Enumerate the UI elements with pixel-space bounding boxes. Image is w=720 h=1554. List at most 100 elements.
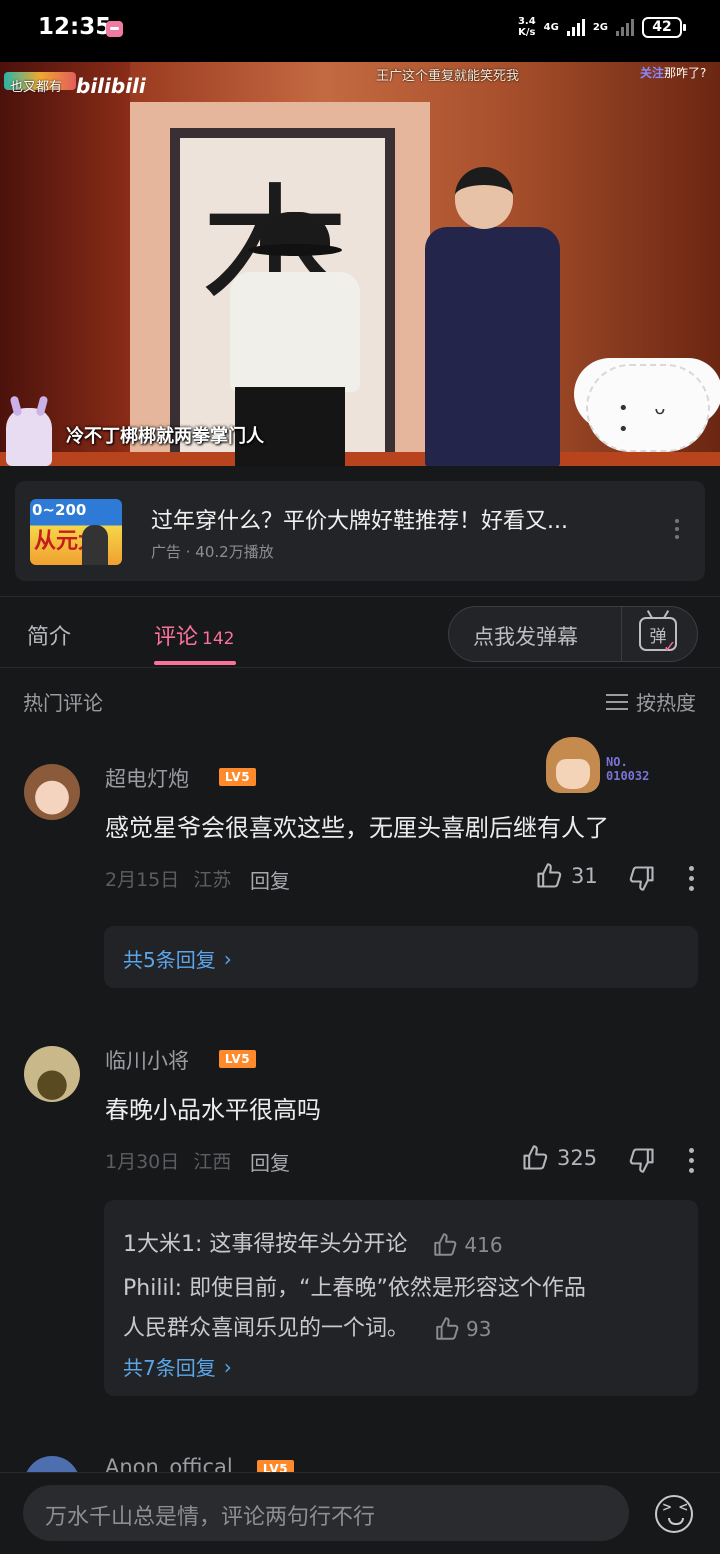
more-options-icon[interactable] bbox=[688, 866, 694, 891]
signal-icon bbox=[566, 18, 585, 36]
tab-comments-count: 142 bbox=[202, 629, 235, 649]
like-count: 31 bbox=[571, 864, 598, 888]
reply-like-count: 93 bbox=[466, 1317, 492, 1341]
like-button[interactable]: 325 bbox=[521, 1144, 597, 1172]
thumbs-up-icon bbox=[537, 863, 562, 888]
collection-badge-avatar bbox=[546, 737, 600, 793]
ad-thumbnail-person bbox=[82, 525, 108, 565]
reply-preview-box[interactable]: 1大米1: 这事得按年头分开论 416 Philil: 即使目前，“上春晚”依然… bbox=[104, 1200, 698, 1396]
reply-preview-item: Philil: 即使目前，“上春晚”依然是形容这个作品 bbox=[123, 1270, 586, 1302]
reply-preview-item: 人民群众喜闻乐见的一个词。 93 bbox=[123, 1310, 491, 1342]
network-type-4g: 4G bbox=[543, 21, 559, 33]
comment-input-placeholder[interactable]: 万水千山总是情，评论两句行不行 bbox=[45, 1499, 375, 1531]
thumbs-down-icon[interactable] bbox=[627, 864, 657, 892]
comment-username[interactable]: 超电灯炮 bbox=[105, 763, 189, 793]
reply-preview-item: 1大米1: 这事得按年头分开论 416 bbox=[123, 1226, 503, 1258]
comment-username[interactable]: 临川小将 bbox=[105, 1045, 189, 1075]
avatar[interactable] bbox=[24, 1046, 80, 1102]
level-badge: LV5 bbox=[219, 768, 256, 786]
reply-like[interactable]: 416 bbox=[432, 1232, 503, 1258]
chevron-right-icon: › bbox=[223, 1354, 232, 1379]
like-button[interactable]: 31 bbox=[535, 862, 598, 890]
thumbs-down-icon[interactable] bbox=[627, 1146, 657, 1174]
ad-thumbnail[interactable]: 0~200 从元大 bbox=[30, 499, 122, 565]
network-speed-unit: K/s bbox=[518, 27, 536, 38]
more-options-icon[interactable] bbox=[688, 1148, 694, 1173]
collection-badge-prefix: NO. bbox=[606, 755, 628, 769]
avatar[interactable] bbox=[24, 764, 80, 820]
bilibili-watermark: bilibili bbox=[76, 74, 146, 98]
reply-preview-text: 1大米1: 这事得按年头分开论 bbox=[123, 1232, 408, 1257]
view-replies-label: 共5条回复 bbox=[123, 948, 216, 972]
video-subtitle: 冷不丁梆梆就两拳掌门人 bbox=[66, 426, 264, 447]
status-bar: 12:35 3.4 K/s 4G 2G 42 bbox=[0, 0, 720, 62]
collection-badge-value: 010032 bbox=[606, 769, 650, 783]
comment-location: 江西 bbox=[193, 1151, 232, 1173]
status-time: 12:35 bbox=[38, 14, 112, 40]
comment-input-bar: 万水千山总是情，评论两句行不行 bbox=[0, 1472, 720, 1554]
reply-preview-box[interactable]: 共5条回复 › bbox=[104, 926, 698, 988]
danmaku-input[interactable]: 点我发弹幕 弹 ✓ bbox=[448, 606, 698, 662]
tab-bar: 简介 评论 142 点我发弹幕 弹 ✓ bbox=[0, 597, 720, 667]
comment-meta: 2月15日 江苏 bbox=[105, 865, 231, 892]
reply-button[interactable]: 回复 bbox=[250, 865, 290, 894]
reply-button[interactable]: 回复 bbox=[250, 1147, 290, 1176]
mascot-sticker bbox=[6, 408, 52, 466]
reply-preview-text-cont: 人民群众喜闻乐见的一个词。 bbox=[123, 1316, 410, 1341]
reply-like-count: 416 bbox=[464, 1233, 503, 1257]
video-player[interactable]: 本 • ᴗ • 也叉都有 bilibili 王广这个重复就能笑死我 关注那咋了?… bbox=[0, 62, 720, 466]
follow-tail: 那咋了? bbox=[664, 66, 707, 80]
danmaku-check-icon: ✓ bbox=[663, 637, 677, 656]
view-replies-link[interactable]: 共7条回复 › bbox=[123, 1352, 232, 1381]
view-replies-label: 共7条回复 bbox=[123, 1356, 216, 1380]
comment-location: 江苏 bbox=[193, 869, 232, 891]
tab-comments-label: 评论 bbox=[154, 625, 199, 650]
danmaku-separator bbox=[621, 607, 622, 661]
tab-active-indicator bbox=[154, 661, 236, 665]
ad-meta: 广告 · 40.2万播放 bbox=[151, 543, 274, 561]
reply-preview-text: Philil: 即使目前，“上春晚”依然是形容这个作品 bbox=[123, 1276, 586, 1301]
sort-button[interactable]: 按热度 bbox=[606, 687, 696, 716]
tab-comments[interactable]: 评论 142 bbox=[154, 619, 234, 651]
comment-text: 感觉星爷会很喜欢这些，无厘头喜剧后继有人了 bbox=[105, 814, 609, 842]
comment-date: 2月15日 bbox=[105, 869, 180, 891]
follow-label[interactable]: 关注 bbox=[640, 66, 664, 80]
danmaku-placeholder[interactable]: 点我发弹幕 bbox=[473, 621, 578, 651]
network-type-2g: 2G bbox=[592, 21, 608, 33]
tab-intro[interactable]: 简介 bbox=[27, 619, 71, 651]
thumbs-up-icon bbox=[436, 1317, 459, 1340]
reply-like[interactable]: 93 bbox=[434, 1316, 491, 1342]
hot-comments-title: 热门评论 bbox=[23, 691, 103, 715]
sort-label: 按热度 bbox=[636, 691, 696, 715]
collection-badge: NO. 010032 bbox=[546, 733, 666, 797]
view-replies-link[interactable]: 共5条回复 › bbox=[123, 944, 232, 973]
channel-logo-text: 也叉都有 bbox=[10, 80, 63, 95]
ad-card[interactable]: 0~200 从元大 过年穿什么？平价大牌好鞋推荐！好看又... 广告 · 40.… bbox=[15, 481, 705, 581]
sort-icon bbox=[606, 693, 628, 710]
notification-app-icon bbox=[106, 21, 123, 37]
network-speed: 3.4 K/s bbox=[518, 16, 536, 38]
comment-input[interactable]: 万水千山总是情，评论两句行不行 bbox=[23, 1485, 629, 1541]
ad-title[interactable]: 过年穿什么？平价大牌好鞋推荐！好看又... bbox=[151, 503, 568, 535]
thumbs-up-icon bbox=[434, 1233, 457, 1256]
video-performer-right bbox=[425, 167, 565, 466]
comment-text: 春晚小品水平很高吗 bbox=[105, 1096, 321, 1124]
ad-thumbnail-text: 0~200 bbox=[32, 501, 87, 519]
thumbs-up-icon bbox=[523, 1145, 548, 1170]
level-badge: LV5 bbox=[219, 1050, 256, 1068]
status-indicators: 3.4 K/s 4G 2G 42 bbox=[518, 16, 686, 38]
comment-meta: 1月30日 江西 bbox=[105, 1147, 231, 1174]
comment-date: 1月30日 bbox=[105, 1151, 180, 1173]
follow-overlay[interactable]: 关注那咋了? bbox=[640, 64, 706, 81]
chevron-right-icon: › bbox=[223, 946, 232, 971]
signal-2-icon bbox=[616, 18, 634, 36]
battery-icon: 42 bbox=[642, 16, 686, 38]
divider bbox=[0, 667, 720, 668]
collection-badge-number: NO. 010032 bbox=[606, 755, 649, 783]
battery-level: 42 bbox=[652, 19, 672, 35]
like-count: 325 bbox=[557, 1146, 598, 1170]
emoji-icon[interactable] bbox=[655, 1495, 693, 1533]
danmaku-comment: 王广这个重复就能笑死我 bbox=[376, 69, 520, 84]
more-options-icon[interactable] bbox=[675, 519, 679, 539]
cloud-sticker: • ᴗ • bbox=[586, 364, 710, 452]
